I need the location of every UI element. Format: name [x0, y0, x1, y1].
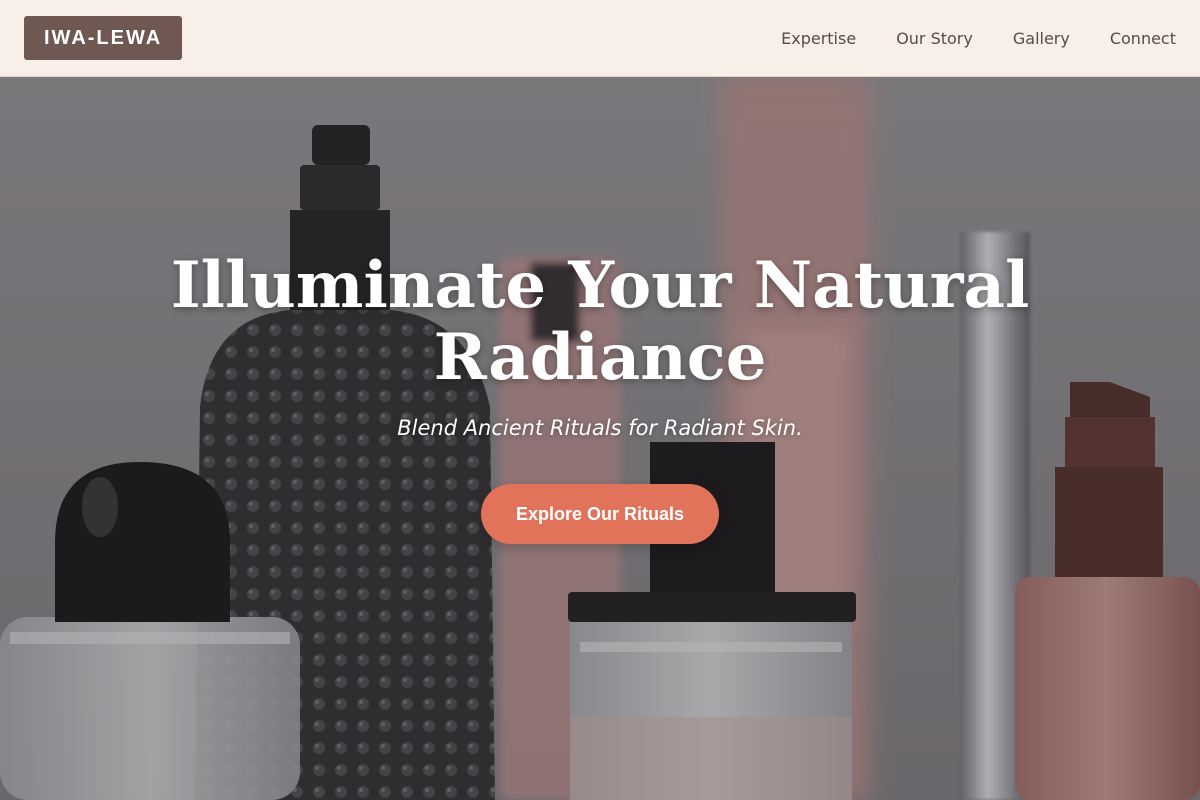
hero-section: Illuminate Your Natural Radiance Blend A…	[0, 77, 1200, 800]
nav-link-connect[interactable]: Connect	[1110, 29, 1176, 48]
main-nav: Expertise Our Story Gallery Connect	[781, 29, 1176, 48]
nav-link-our-story[interactable]: Our Story	[896, 29, 973, 48]
site-header: IWA-LEWA Expertise Our Story Gallery Con…	[0, 0, 1200, 77]
nav-link-expertise[interactable]: Expertise	[781, 29, 856, 48]
nav-link-gallery[interactable]: Gallery	[1013, 29, 1070, 48]
explore-rituals-button[interactable]: Explore Our Rituals	[481, 484, 719, 544]
logo[interactable]: IWA-LEWA	[24, 16, 183, 60]
hero-content: Illuminate Your Natural Radiance Blend A…	[0, 77, 1200, 800]
hero-title: Illuminate Your Natural Radiance	[170, 248, 1030, 395]
hero-subtitle: Blend Ancient Rituals for Radiant Skin.	[397, 416, 803, 440]
